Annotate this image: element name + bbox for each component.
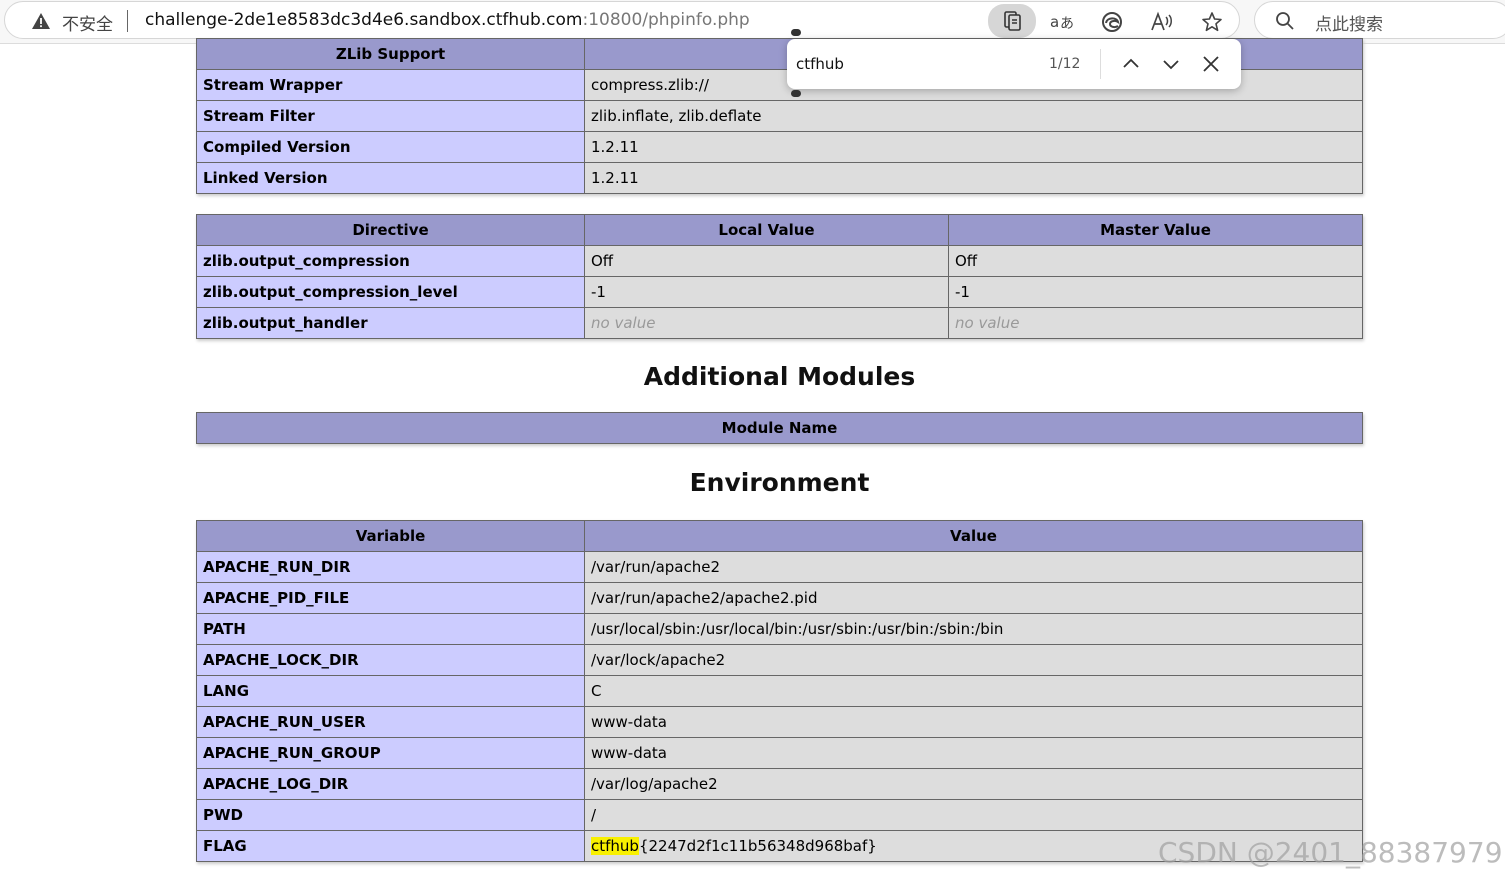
col-header-directive: Directive	[196, 214, 585, 246]
env-value: /var/run/apache2/apache2.pid	[584, 582, 1363, 614]
col-header-module-name: Module Name	[196, 412, 1363, 444]
row-value: 1.2.11	[584, 131, 1363, 163]
table-row: Stream Filter zlib.inflate, zlib.deflate	[196, 100, 1363, 132]
additional-modules-table: Module Name	[196, 412, 1363, 444]
find-highlight: ctfhub	[591, 837, 639, 855]
env-name: APACHE_LOCK_DIR	[196, 644, 585, 676]
master-value: Off	[948, 245, 1363, 277]
find-input[interactable]: ctfhub	[796, 55, 844, 73]
find-bar: ctfhub 1/12	[787, 39, 1241, 89]
section-title-additional-modules: Additional Modules	[643, 362, 916, 391]
table-row: Linked Version 1.2.11	[196, 162, 1363, 194]
col-header-value: Value	[584, 520, 1363, 552]
warning-icon[interactable]	[31, 11, 51, 31]
table-row: PWD /	[196, 799, 1363, 831]
table-row: APACHE_RUN_GROUP www-data	[196, 737, 1363, 769]
find-close-icon[interactable]	[1199, 52, 1223, 76]
flag-value-rest: {2247d2f1c11b56348d968baf}	[638, 837, 877, 855]
table-row: APACHE_LOG_DIR/var/log/apache2	[196, 768, 1363, 800]
environment-table: Variable Value APACHE_RUN_DIR/var/run/ap…	[196, 520, 1363, 862]
security-label[interactable]: 不安全	[62, 10, 113, 35]
row-name: Compiled Version	[196, 131, 585, 163]
env-name: LANG	[196, 675, 585, 707]
row-name: Stream Filter	[196, 100, 585, 132]
zlib-directives-table: Directive Local Value Master Value zlib.…	[196, 214, 1363, 339]
zlib-support-header: ZLib Support	[196, 38, 585, 70]
row-name: Stream Wrapper	[196, 69, 585, 101]
translate-icon[interactable]: aあ	[1048, 8, 1076, 36]
url-port-path: :10800/phpinfo.php	[582, 10, 750, 30]
svg-text:あ: あ	[1060, 16, 1074, 32]
table-row: PATH/usr/local/sbin:/usr/local/bin:/usr/…	[196, 613, 1363, 645]
env-value: /var/log/apache2	[584, 768, 1363, 800]
table-row: zlib.output_compression_level -1 -1	[196, 276, 1363, 308]
col-header-master-value: Master Value	[948, 214, 1363, 246]
find-bar-knob-top	[791, 29, 801, 36]
env-name: APACHE_PID_FILE	[196, 582, 585, 614]
env-value: www-data	[584, 737, 1363, 769]
env-name: APACHE_RUN_GROUP	[196, 737, 585, 769]
env-name: APACHE_LOG_DIR	[196, 768, 585, 800]
directive-name: zlib.output_compression	[196, 245, 585, 277]
table-row: zlib.output_handler no value no value	[196, 307, 1363, 339]
row-value: 1.2.11	[584, 162, 1363, 194]
address-bar[interactable]: 不安全 challenge-2de1e8583dc3d4e6.sandbox.c…	[4, 1, 1240, 39]
no-value-text: no value	[591, 314, 656, 332]
find-previous-icon[interactable]	[1119, 52, 1143, 76]
page-tools-icon[interactable]	[988, 4, 1036, 38]
env-name: PATH	[196, 613, 585, 645]
table-row: APACHE_RUN_DIR/var/run/apache2	[196, 551, 1363, 583]
table-row: zlib.output_compression Off Off	[196, 245, 1363, 277]
find-divider	[1100, 49, 1101, 79]
svg-text:a: a	[1050, 13, 1059, 31]
local-value: no value	[584, 307, 949, 339]
section-title-environment: Environment	[689, 468, 870, 497]
env-value: C	[584, 675, 1363, 707]
env-value: /var/lock/apache2	[584, 644, 1363, 676]
url-host: challenge-2de1e8583dc3d4e6.sandbox.ctfhu…	[145, 10, 583, 30]
search-placeholder: 点此搜索	[1315, 15, 1383, 35]
master-value: no value	[948, 307, 1363, 339]
find-next-icon[interactable]	[1159, 52, 1183, 76]
directive-name: zlib.output_compression_level	[196, 276, 585, 308]
env-value: /var/run/apache2	[584, 551, 1363, 583]
master-value: -1	[948, 276, 1363, 308]
table-row: Compiled Version 1.2.11	[196, 131, 1363, 163]
table-row: APACHE_LOCK_DIR/var/lock/apache2	[196, 644, 1363, 676]
local-value: -1	[584, 276, 949, 308]
table-row: LANG C	[196, 675, 1363, 707]
env-value: /	[584, 799, 1363, 831]
read-aloud-icon[interactable]	[1148, 8, 1176, 36]
env-value: /usr/local/sbin:/usr/local/bin:/usr/sbin…	[584, 613, 1363, 645]
browser-search-box[interactable]: 点此搜索	[1254, 1, 1505, 39]
phpinfo-content: ZLib Support Stream Wrapper compress.zli…	[196, 38, 1363, 862]
col-header-local-value: Local Value	[584, 214, 949, 246]
table-row: APACHE_RUN_USER www-data	[196, 706, 1363, 738]
watermark: CSDN @2401_88387979	[1158, 836, 1503, 869]
table-row: APACHE_PID_FILE/var/run/apache2/apache2.…	[196, 582, 1363, 614]
edge-icon[interactable]	[1098, 8, 1126, 36]
search-icon	[1276, 12, 1294, 30]
env-name: APACHE_RUN_DIR	[196, 551, 585, 583]
address-divider	[127, 10, 128, 32]
find-match-count: 1/12	[1049, 56, 1081, 72]
col-header-variable: Variable	[196, 520, 585, 552]
url-text[interactable]: challenge-2de1e8583dc3d4e6.sandbox.ctfhu…	[145, 10, 750, 30]
local-value: Off	[584, 245, 949, 277]
row-value: zlib.inflate, zlib.deflate	[584, 100, 1363, 132]
env-name-flag: FLAG	[196, 830, 585, 862]
env-name: PWD	[196, 799, 585, 831]
favorite-star-icon[interactable]	[1198, 8, 1226, 36]
row-name: Linked Version	[196, 162, 585, 194]
no-value-text: no value	[955, 314, 1020, 332]
env-value: www-data	[584, 706, 1363, 738]
find-bar-knob-bottom	[791, 90, 801, 97]
env-name: APACHE_RUN_USER	[196, 706, 585, 738]
directive-name: zlib.output_handler	[196, 307, 585, 339]
